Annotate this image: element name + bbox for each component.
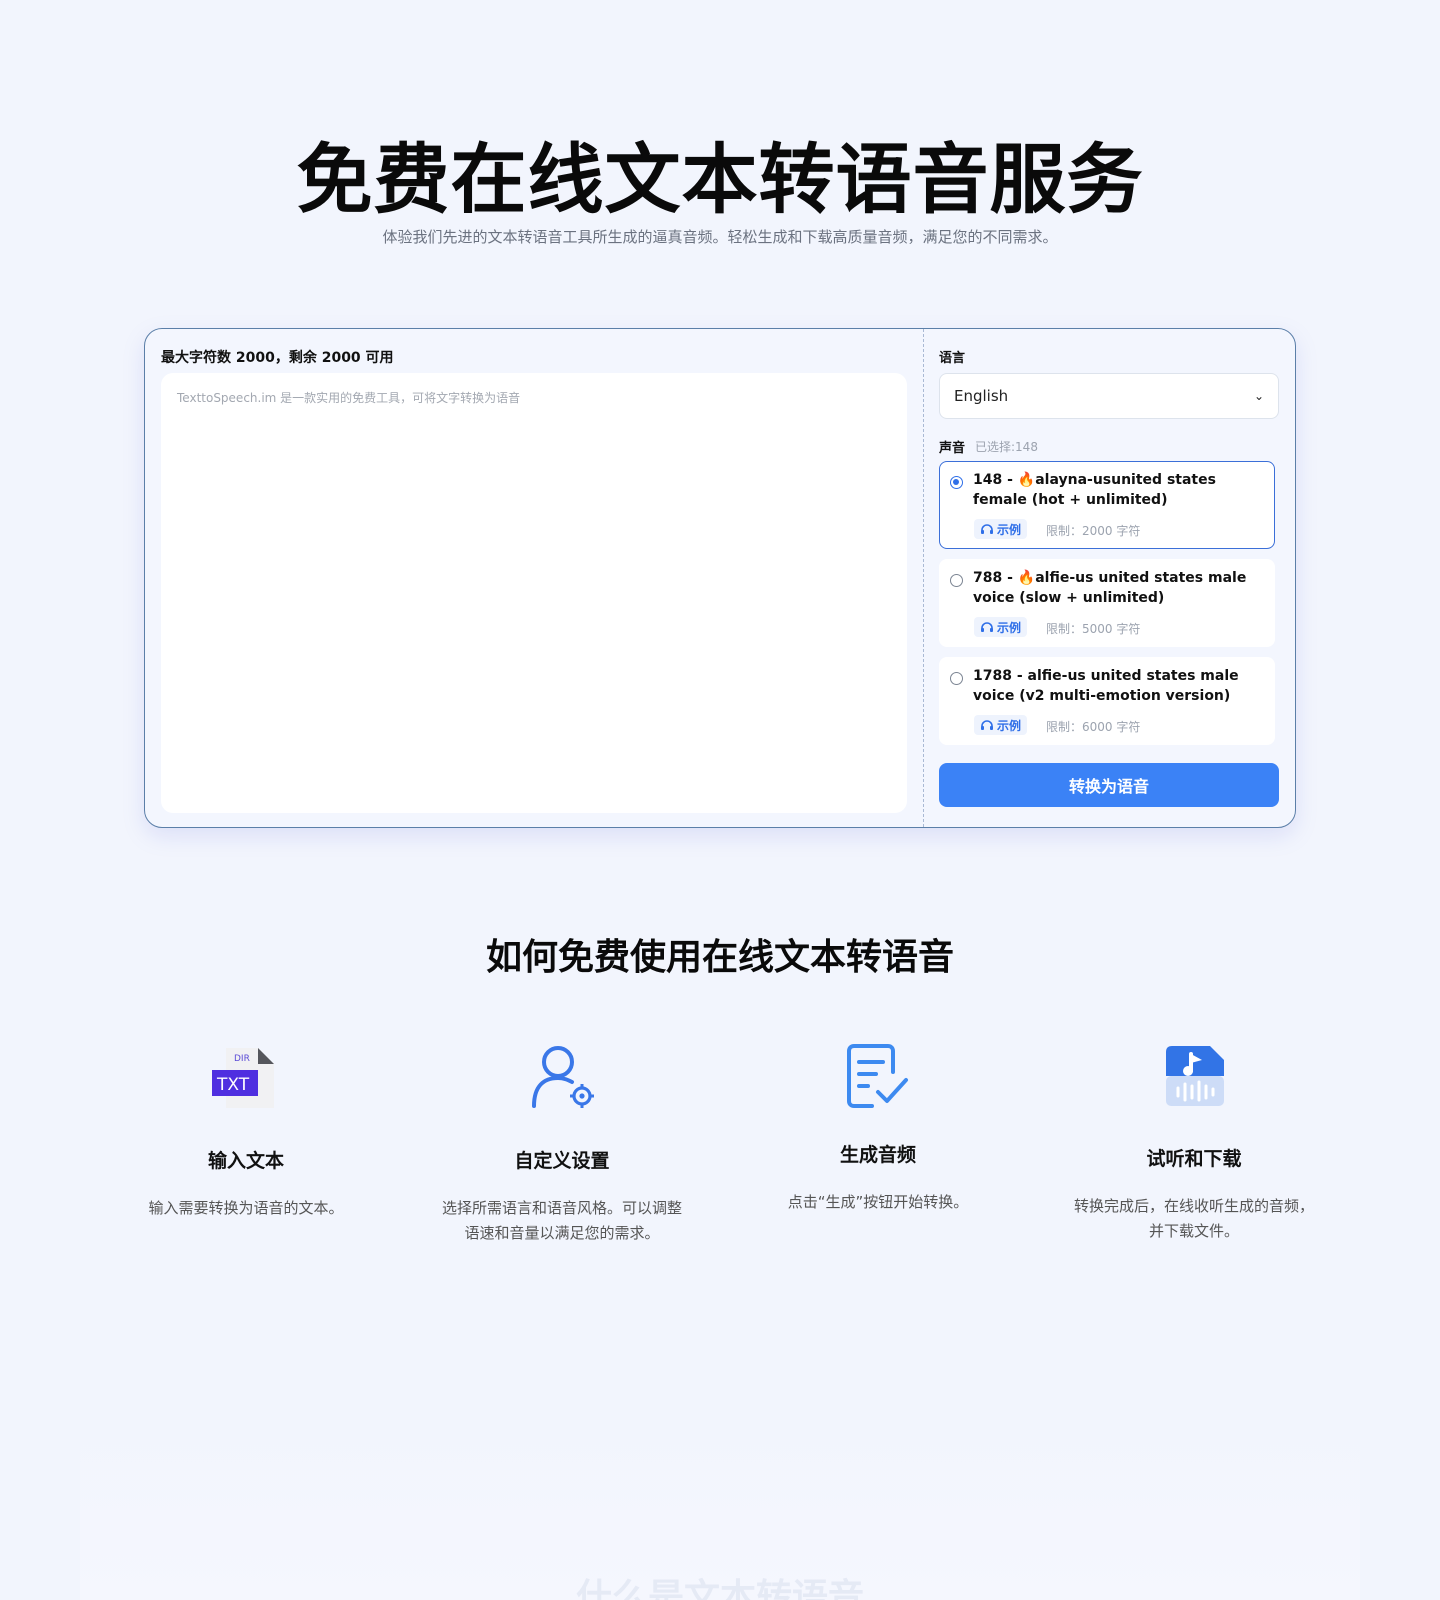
voice-name: 1788 - alfie-us united states male voice… [973, 668, 1239, 704]
voice-limit: 限制：2000 字符 [1046, 524, 1141, 538]
hero-subtitle: 体验我们先进的文本转语音工具所生成的逼真音频。轻松生成和下载高质量音频，满足您的… [382, 228, 1058, 246]
step-desc: 选择所需语言和语音风格。可以调整语速和音量以满足您的需求。 [442, 1199, 683, 1242]
svg-text:TXT: TXT [216, 1075, 250, 1095]
voice-selected-count: 已选择:148 [975, 440, 1038, 454]
voice-radio[interactable] [950, 476, 963, 489]
language-selected-value: English [954, 387, 1009, 405]
document-check-icon [847, 1044, 908, 1108]
step-generate: 生成音频 点击“生成”按钮开始转换。 [758, 1040, 998, 1240]
voice-limit: 限制：5000 字符 [1046, 622, 1141, 636]
step-listen-download: 试听和下载 转换完成后，在线收听生成的音频，并下载文件。 [1074, 1040, 1314, 1240]
convert-button[interactable]: 转换为语音 [939, 763, 1279, 807]
language-select[interactable]: English ⌄ [939, 373, 1279, 419]
voice-limit: 限制：6000 字符 [1046, 720, 1141, 734]
step-title: 生成音频 [839, 1144, 916, 1166]
next-section-title: 什么是文本转语音 [575, 1577, 864, 1600]
step-customize: 自定义设置 选择所需语言和语音风格。可以调整语速和音量以满足您的需求。 [442, 1040, 682, 1270]
step-input-text: DIR TXT 输入文本 输入需要转换为语音的文本。 [126, 1040, 366, 1240]
pane-divider [923, 329, 924, 827]
language-label: 语言 [939, 351, 966, 366]
step-title: 自定义设置 [514, 1150, 610, 1172]
voice-option[interactable]: 788 - 🔥alfie-us united states male voice… [939, 559, 1275, 647]
text-input-pane: 最大字符数 2000，剩余 2000 可用 [145, 329, 923, 827]
chevron-down-icon: ⌄ [1253, 389, 1264, 403]
step-desc: 输入需要转换为语音的文本。 [148, 1199, 344, 1217]
step-title: 输入文本 [207, 1150, 284, 1172]
user-settings-icon [532, 1046, 594, 1108]
voice-label: 声音 [939, 441, 966, 456]
how-to-title: 如何免费使用在线文本转语音 [485, 937, 954, 978]
sample-label: 示例 [997, 718, 1022, 733]
voice-radio[interactable] [950, 574, 963, 587]
voice-option[interactable]: 1788 - alfie-us united states male voice… [939, 657, 1275, 745]
voice-name: 788 - 🔥alfie-us united states male voice… [973, 570, 1247, 606]
sample-button[interactable]: 示例 [974, 519, 1028, 539]
sample-label: 示例 [997, 522, 1022, 537]
hero-title: 免费在线文本转语音服务 [296, 135, 1144, 224]
sample-button[interactable]: 示例 [974, 617, 1028, 637]
step-desc: 转换完成后，在线收听生成的音频，并下载文件。 [1074, 1197, 1315, 1240]
sample-label: 示例 [997, 620, 1022, 635]
txt-file-icon: DIR TXT [212, 1048, 274, 1108]
step-desc: 点击“生成”按钮开始转换。 [787, 1193, 969, 1211]
headphones-icon [981, 720, 993, 730]
voice-name: 148 - 🔥alayna-usunited states female (ho… [973, 472, 1216, 508]
audio-file-icon [1166, 1046, 1224, 1106]
text-input[interactable] [161, 373, 907, 813]
sample-button[interactable]: 示例 [974, 715, 1028, 735]
settings-pane: 语言 English ⌄ 声音 已选择:148 148 - 🔥alayna-us… [939, 329, 1281, 827]
tts-tool-card: 最大字符数 2000，剩余 2000 可用 语言 English ⌄ 声音 已选… [144, 328, 1296, 828]
svg-text:DIR: DIR [234, 1054, 250, 1064]
headphones-icon [981, 622, 993, 632]
step-title: 试听和下载 [1146, 1148, 1242, 1170]
headphones-icon [981, 524, 993, 534]
voice-option[interactable]: 148 - 🔥alayna-usunited states female (ho… [939, 461, 1275, 549]
voice-radio[interactable] [950, 672, 963, 685]
char-count: 最大字符数 2000，剩余 2000 可用 [161, 350, 394, 366]
